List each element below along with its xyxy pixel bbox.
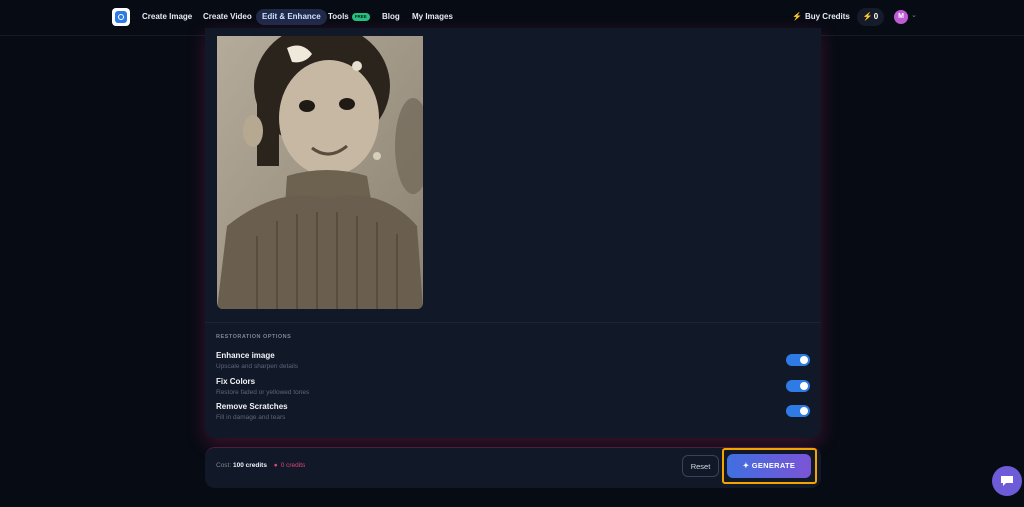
uploaded-photo (217, 36, 423, 309)
option-remove-scratches-description: Fill in damage and tears (216, 414, 286, 421)
photo-preview-image (217, 36, 423, 309)
cost-summary: Cost: 100 credits ● 0 credits (216, 462, 305, 469)
buy-credits-label: Buy Credits (804, 12, 850, 21)
section-divider (205, 322, 821, 323)
lightning-icon: ⚡ (792, 12, 802, 21)
toggle-knob (800, 407, 808, 415)
lightning-icon: ⚡ (862, 12, 873, 21)
remove-scratches-toggle[interactable] (786, 405, 810, 417)
nav-create-image[interactable]: Create Image (142, 9, 192, 25)
cost-value: 100 credits (232, 462, 267, 469)
balance-dot-icon: ● (273, 462, 278, 469)
fix-colors-toggle[interactable] (786, 380, 810, 392)
option-fix-colors-title: Fix Colors (216, 377, 256, 386)
chevron-down-icon[interactable]: ⌄ (911, 11, 917, 19)
credits-count: 0 (873, 12, 879, 21)
enhance-image-toggle[interactable] (786, 354, 810, 366)
nav-blog[interactable]: Blog (382, 9, 400, 25)
generate-label: GENERATE (751, 461, 796, 470)
nav-my-images[interactable]: My Images (412, 9, 453, 25)
option-enhance-title: Enhance image (216, 351, 275, 360)
buy-credits-link[interactable]: ⚡ Buy Credits (792, 9, 850, 25)
generate-button[interactable]: ✦ GENERATE (727, 454, 811, 478)
chat-support-button[interactable] (992, 466, 1022, 496)
nav-tools-label: Tools (328, 12, 349, 21)
avatar[interactable]: M (894, 10, 908, 24)
option-remove-scratches-title: Remove Scratches (216, 402, 288, 411)
free-badge: FREE (351, 12, 370, 21)
balance-value: 0 credits (280, 462, 306, 469)
nav-edit-enhance[interactable]: Edit & Enhance (256, 9, 327, 25)
toggle-knob (800, 356, 808, 364)
magic-wand-icon: ✦ (742, 461, 752, 470)
app-logo[interactable] (112, 8, 130, 26)
cost-label: Cost: (216, 462, 232, 469)
option-enhance-description: Upscale and sharpen details (216, 363, 299, 370)
restoration-options-heading: RESTORATION OPTIONS (216, 334, 292, 340)
option-fix-colors-description: Restore faded or yellowed tones (216, 389, 310, 396)
reset-button[interactable]: Reset (682, 455, 719, 477)
nav-create-video[interactable]: Create Video (203, 9, 252, 25)
toggle-knob (800, 382, 808, 390)
chat-bubble-icon (1001, 476, 1013, 486)
nav-tools[interactable]: Tools FREE (328, 9, 370, 25)
credits-balance[interactable]: ⚡0 (857, 8, 884, 26)
